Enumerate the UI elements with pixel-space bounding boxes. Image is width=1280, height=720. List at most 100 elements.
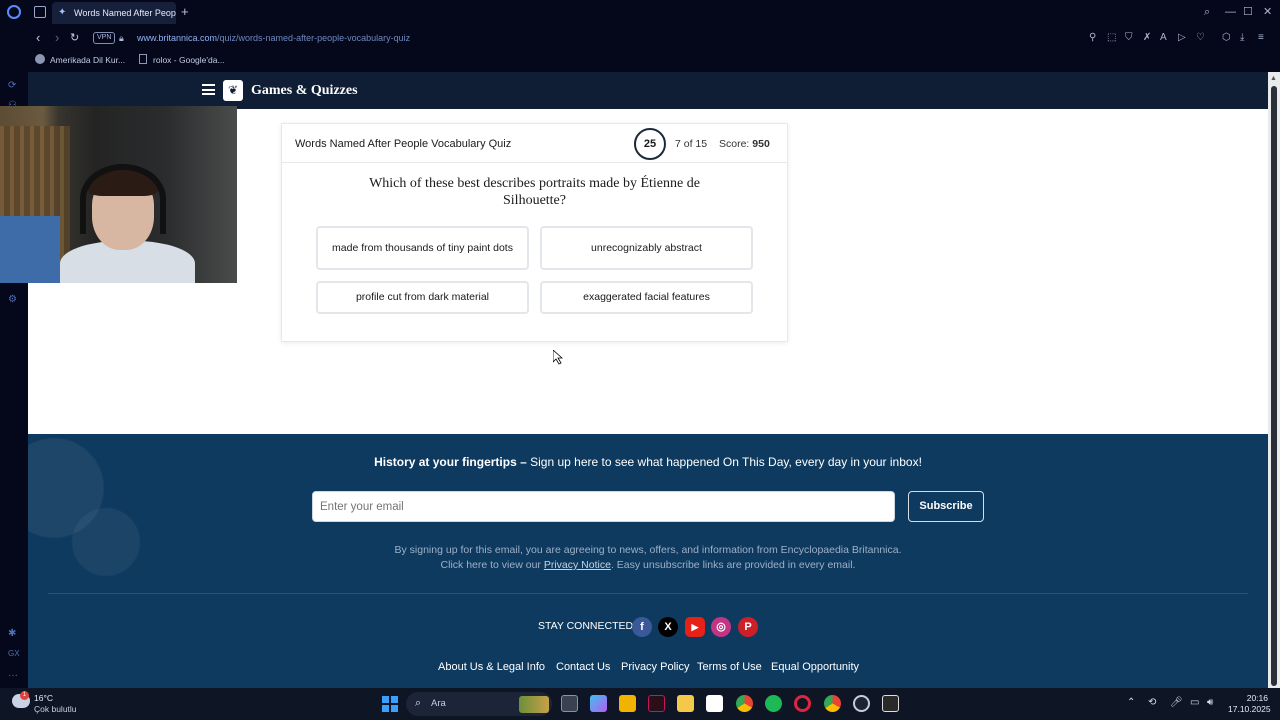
- task-view-icon[interactable]: [561, 695, 578, 712]
- windows-start-icon[interactable]: [382, 696, 398, 712]
- url-domain: www.britannica.com: [137, 33, 218, 43]
- site-title[interactable]: Games & Quizzes: [251, 81, 358, 100]
- pinterest-icon[interactable]: P: [738, 617, 758, 637]
- weather-temperature[interactable]: 16°C: [34, 693, 53, 703]
- bookmark-item[interactable]: Amerikada Dil Kur...: [35, 54, 125, 67]
- url-path: /quiz/words-named-after-people-vocabular…: [217, 33, 411, 43]
- reload-icon[interactable]: ↻: [70, 30, 79, 46]
- britannica-thistle-logo-icon[interactable]: ❦: [223, 80, 243, 101]
- bookmark-item[interactable]: rolox - Google'da...: [139, 54, 225, 67]
- mouse-cursor-icon: [553, 350, 563, 365]
- pin-sidebar-icon[interactable]: ✱: [8, 628, 16, 640]
- history-icon[interactable]: ⟳: [8, 80, 16, 92]
- vpn-badge[interactable]: VPN: [93, 32, 116, 44]
- document-icon: [139, 54, 147, 64]
- newsletter-headline: History at your fingertips – Sign up her…: [28, 455, 1268, 470]
- subscribe-button[interactable]: Subscribe: [908, 491, 984, 522]
- answer-option[interactable]: profile cut from dark material: [316, 281, 529, 314]
- rockstar-icon[interactable]: [619, 695, 636, 712]
- pin-icon[interactable]: ⚲: [1089, 32, 1096, 44]
- answer-option[interactable]: unrecognizably abstract: [540, 226, 753, 270]
- facebook-icon[interactable]: f: [632, 617, 652, 637]
- spotify-icon[interactable]: [765, 695, 782, 712]
- lock-icon[interactable]: 🔒︎: [119, 31, 124, 45]
- search-highlight-icon[interactable]: [519, 696, 549, 713]
- quiz-card: Words Named After People Vocabulary Quiz…: [281, 123, 788, 342]
- settings-icon[interactable]: ⚙: [8, 294, 17, 306]
- new-tab-button[interactable]: +: [181, 4, 189, 20]
- stay-connected-label: STAY CONNECTED: [538, 620, 634, 632]
- chrome-icon[interactable]: [736, 695, 753, 712]
- notification-badge: 1: [20, 691, 29, 700]
- microphone-icon[interactable]: 🎤︎: [1170, 697, 1183, 709]
- scrollbar-thumb[interactable]: [1271, 86, 1277, 686]
- gx-icon[interactable]: GX: [8, 648, 20, 660]
- email-input[interactable]: [312, 491, 895, 522]
- webcam-overlay: [0, 106, 237, 283]
- footer-link-terms[interactable]: Terms of Use: [697, 660, 762, 674]
- bookmarks-bar: Amerikada Dil Kur... rolox - Google'da..…: [0, 50, 1280, 72]
- copilot-icon[interactable]: [590, 695, 607, 712]
- x-icon[interactable]: X: [658, 617, 678, 637]
- heart-icon[interactable]: ♡: [1196, 32, 1205, 44]
- search-tabs-icon[interactable]: ⌕: [1204, 5, 1210, 19]
- privacy-notice-link[interactable]: Privacy Notice: [544, 559, 611, 571]
- quiz-progress: 7 of 15: [675, 138, 708, 150]
- clock-date: 17.10.2025: [1228, 704, 1271, 714]
- footer-link-about[interactable]: About Us & Legal Info: [438, 660, 545, 674]
- score-value: 950: [752, 138, 770, 150]
- epic-games-icon[interactable]: [882, 695, 899, 712]
- snapshot-icon[interactable]: ⬚: [1107, 32, 1116, 44]
- hamburger-menu-icon[interactable]: [202, 84, 215, 95]
- tab-title: Words Named After People Vocabulary Quiz: [74, 8, 176, 18]
- network-icon[interactable]: ▭: [1190, 697, 1199, 709]
- close-window-icon[interactable]: ✕: [1263, 5, 1272, 19]
- minimize-icon[interactable]: —: [1225, 5, 1236, 19]
- steam-icon[interactable]: [853, 695, 870, 712]
- more-icon[interactable]: ···: [8, 670, 18, 682]
- legal-post: . Easy unsubscribe links are provided in…: [610, 559, 856, 571]
- footer-link-equal-opportunity[interactable]: Equal Opportunity: [771, 660, 859, 674]
- britannica-favicon-icon: ✦: [58, 7, 67, 18]
- taskbar-clock[interactable]: 20:16 17.10.2025: [1228, 693, 1271, 715]
- translate-icon[interactable]: A: [1160, 32, 1167, 44]
- scroll-up-icon[interactable]: ▲: [1270, 75, 1277, 83]
- legal-line-1: By signing up for this email, you are ag…: [394, 544, 902, 556]
- newsletter-legal: By signing up for this email, you are ag…: [28, 543, 1268, 573]
- youtube-icon[interactable]: ▶: [685, 617, 705, 637]
- headline-rest: Sign up here to see what happened On Thi…: [526, 455, 922, 469]
- file-explorer-icon[interactable]: [677, 695, 694, 712]
- url-field[interactable]: www.britannica.com/quiz/words-named-afte…: [137, 32, 410, 44]
- shield-icon[interactable]: ⛉: [1125, 32, 1133, 44]
- play-icon[interactable]: ▷: [1178, 32, 1186, 44]
- footer-link-privacy[interactable]: Privacy Policy: [621, 660, 689, 674]
- opera-gx-icon[interactable]: [794, 695, 811, 712]
- score-label: Score:: [719, 138, 750, 150]
- chrome-profile-icon[interactable]: [824, 695, 841, 712]
- microsoft-store-icon[interactable]: [706, 695, 723, 712]
- instagram-icon[interactable]: ◎: [711, 617, 731, 637]
- menu-icon[interactable]: ≡: [1258, 32, 1264, 44]
- tracker-block-icon[interactable]: ✗: [1143, 32, 1151, 44]
- search-icon: ⌕: [415, 697, 422, 709]
- extensions-icon[interactable]: ⬡: [1222, 32, 1231, 44]
- answer-option[interactable]: exaggerated facial features: [540, 281, 753, 314]
- maximize-icon[interactable]: ☐: [1243, 5, 1253, 19]
- valorant-icon[interactable]: [648, 695, 665, 712]
- tab-manager-icon[interactable]: [34, 6, 46, 18]
- legal-line-2: Click here to view our Privacy Notice. E…: [28, 558, 1268, 573]
- footer-link-contact[interactable]: Contact Us: [556, 660, 610, 674]
- weather-condition[interactable]: Çok bulutlu: [34, 704, 77, 714]
- back-icon[interactable]: ‹: [36, 30, 40, 46]
- site-header: ❦ Games & Quizzes: [28, 72, 1268, 109]
- headline-bold: History at your fingertips –: [374, 455, 527, 469]
- answer-option[interactable]: made from thousands of tiny paint dots: [316, 226, 529, 270]
- opera-logo-icon[interactable]: [7, 5, 21, 19]
- volume-icon[interactable]: 🔊︎: [1207, 697, 1213, 709]
- page-scrollbar[interactable]: ▲: [1268, 72, 1280, 688]
- download-icon[interactable]: ⤓: [1240, 32, 1244, 44]
- browser-tab-active[interactable]: ✦ Words Named After People Vocabulary Qu…: [52, 2, 176, 24]
- tray-overflow-icon[interactable]: ⌃: [1127, 697, 1135, 709]
- sync-icon[interactable]: ⟲: [1148, 697, 1156, 709]
- forward-icon[interactable]: ›: [55, 30, 59, 46]
